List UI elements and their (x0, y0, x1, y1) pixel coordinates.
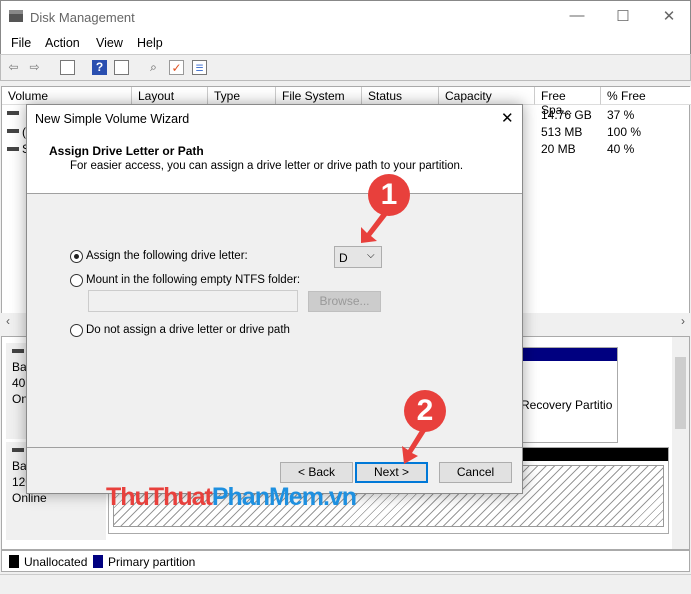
connect-disk-icon[interactable]: ⌕ (146, 60, 161, 75)
assign-letter-radio[interactable] (70, 250, 83, 263)
step-1-arrow-icon (361, 209, 389, 243)
watermark-part3: .vn (322, 483, 357, 511)
folder-path-input[interactable] (88, 290, 298, 312)
watermark-part2: PhanMem (211, 483, 324, 511)
assign-letter-label[interactable]: Assign the following drive letter: (86, 250, 248, 262)
percent-free-cell: 100 % (607, 125, 642, 139)
menu-help[interactable]: Help (137, 36, 163, 50)
watermark-part1: ThuThuat (106, 483, 213, 511)
dialog-title: New Simple Volume Wizard (35, 112, 190, 126)
column-status[interactable]: Status (362, 87, 439, 105)
drive-letter-value: D (339, 251, 348, 265)
title-bar: Disk Management — ☐ ✕ (0, 0, 691, 32)
menu-file[interactable]: File (11, 36, 31, 50)
dialog-close-button[interactable]: ✕ (501, 109, 514, 127)
chevron-down-icon: ⌵ (367, 250, 375, 261)
column-layout[interactable]: Layout (132, 87, 208, 105)
free-space-cell: 513 MB (541, 125, 583, 139)
legend-unallocated: Unallocated (24, 555, 88, 569)
wizard-subheading: For easier access, you can assign a driv… (70, 160, 464, 172)
volume-icon (7, 147, 19, 151)
properties-icon[interactable]: ☰ (192, 60, 207, 75)
mount-folder-radio[interactable] (70, 274, 83, 287)
toolbar: ⇦ ⇨ ? ⌕ ✓ ☰ (0, 54, 691, 81)
new-simple-volume-wizard-dialog: New Simple Volume Wizard ✕ Assign Drive … (26, 104, 523, 494)
status-bar (0, 574, 691, 594)
console-tree-icon[interactable] (60, 60, 75, 75)
primary-partition-swatch (93, 555, 103, 568)
partition-label: Recovery Partitio (521, 398, 613, 412)
footer-divider (27, 447, 522, 448)
help-icon[interactable]: ? (92, 60, 107, 75)
watermark: ThuThuatPhanMem.vn (106, 483, 357, 512)
no-letter-label[interactable]: Do not assign a drive letter or drive pa… (86, 324, 290, 336)
menu-bar: File Action View Help (0, 32, 691, 54)
cancel-button[interactable]: Cancel (439, 462, 512, 483)
window-title: Disk Management (30, 10, 135, 25)
column-percent-free[interactable]: % Free (601, 87, 691, 105)
disk-management-icon (9, 10, 23, 22)
back-icon[interactable]: ⇦ (6, 60, 21, 75)
drive-letter-select[interactable]: D ⌵ (334, 246, 382, 268)
volume-icon (7, 129, 19, 133)
close-button[interactable]: ✕ (654, 7, 684, 25)
percent-free-cell: 37 % (607, 108, 635, 122)
menu-action[interactable]: Action (45, 36, 80, 50)
mount-folder-label[interactable]: Mount in the following empty NTFS folder… (86, 274, 300, 286)
browse-button[interactable]: Browse... (308, 291, 381, 312)
scroll-right-icon[interactable]: › (681, 314, 685, 328)
vertical-scrollbar[interactable] (672, 337, 689, 549)
unallocated-swatch (9, 555, 19, 568)
checklist-icon[interactable]: ✓ (169, 60, 184, 75)
free-space-cell: 20 MB (541, 142, 576, 156)
action-pane-icon[interactable] (114, 60, 129, 75)
column-type[interactable]: Type (208, 87, 276, 105)
free-space-cell: 14.76 GB (541, 108, 592, 122)
disk-icon (12, 448, 24, 452)
scroll-left-icon[interactable]: ‹ (6, 314, 10, 328)
wizard-header: New Simple Volume Wizard ✕ Assign Drive … (27, 105, 522, 194)
back-button[interactable]: < Back (280, 462, 353, 483)
percent-free-cell: 40 % (607, 142, 635, 156)
legend: Unallocated Primary partition (1, 550, 690, 572)
column-capacity[interactable]: Capacity (439, 87, 535, 105)
scroll-thumb[interactable] (675, 357, 686, 429)
minimize-button[interactable]: — (562, 7, 592, 24)
disk-icon (12, 349, 24, 353)
maximize-button[interactable]: ☐ (608, 7, 638, 25)
forward-icon[interactable]: ⇨ (27, 60, 42, 75)
menu-view[interactable]: View (96, 36, 123, 50)
column-free-space[interactable]: Free Spa... (535, 87, 601, 117)
no-letter-radio[interactable] (70, 324, 83, 337)
volume-icon (7, 111, 19, 115)
wizard-heading: Assign Drive Letter or Path (49, 144, 204, 158)
step-2-arrow-icon (402, 424, 428, 464)
column-file-system[interactable]: File System (276, 87, 362, 105)
column-volume[interactable]: Volume (2, 87, 132, 105)
legend-primary-partition: Primary partition (108, 555, 196, 569)
